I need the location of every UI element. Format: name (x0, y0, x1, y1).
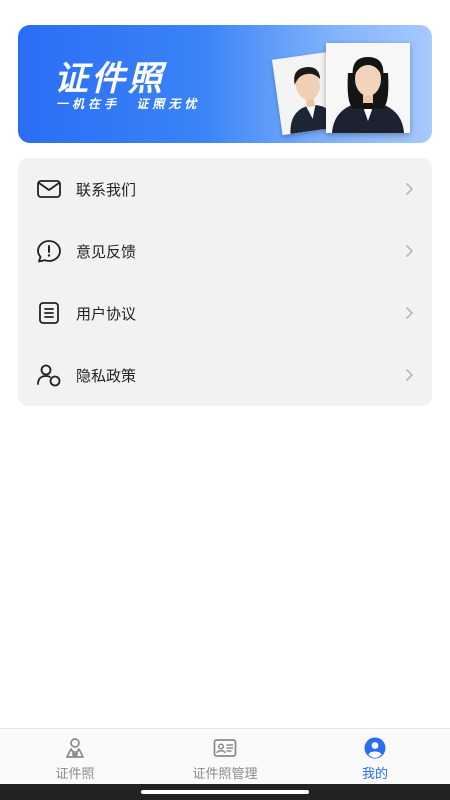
menu-item-user-agreement[interactable]: 用户协议 (18, 282, 432, 344)
document-icon (39, 302, 59, 324)
banner-subtitle: 一机在手 证照无忧 (56, 97, 201, 111)
chevron-right-icon (406, 307, 413, 319)
id-card-icon (213, 739, 237, 757)
bottom-tab-bar: 证件照 证件照管理 我的 (0, 728, 450, 784)
tab-label: 证件照 (55, 767, 95, 782)
tab-id-photo-management[interactable]: 证件照管理 (150, 729, 300, 785)
banner-title: 证件照 (54, 59, 165, 99)
menu-item-label: 隐私政策 (76, 367, 137, 385)
chevron-right-icon (406, 369, 413, 381)
camera-person-icon (66, 738, 84, 758)
menu-item-feedback[interactable]: 意见反馈 (18, 220, 432, 282)
tab-label: 证件照管理 (192, 767, 258, 782)
tab-id-photo[interactable]: 证件照 (0, 729, 150, 785)
tab-mine[interactable]: 我的 (300, 729, 450, 785)
feedback-icon (37, 240, 61, 263)
menu-item-contact-us[interactable]: 联系我们 (18, 158, 432, 220)
female-id-photo (326, 43, 410, 133)
home-indicator[interactable] (141, 790, 309, 794)
settings-menu: 联系我们 意见反馈 用户协议 隐私政策 (18, 158, 432, 406)
profile-icon (364, 737, 386, 759)
promo-banner[interactable]: 证件照 一机在手 证照无忧 (18, 25, 432, 143)
chevron-right-icon (406, 183, 413, 195)
tab-label: 我的 (361, 767, 388, 782)
menu-item-label: 联系我们 (76, 181, 137, 199)
menu-item-privacy-policy[interactable]: 隐私政策 (18, 344, 432, 406)
menu-item-label: 意见反馈 (76, 243, 137, 261)
mail-icon (37, 180, 61, 198)
privacy-icon (37, 364, 61, 387)
chevron-right-icon (406, 245, 413, 257)
menu-item-label: 用户协议 (76, 305, 137, 323)
